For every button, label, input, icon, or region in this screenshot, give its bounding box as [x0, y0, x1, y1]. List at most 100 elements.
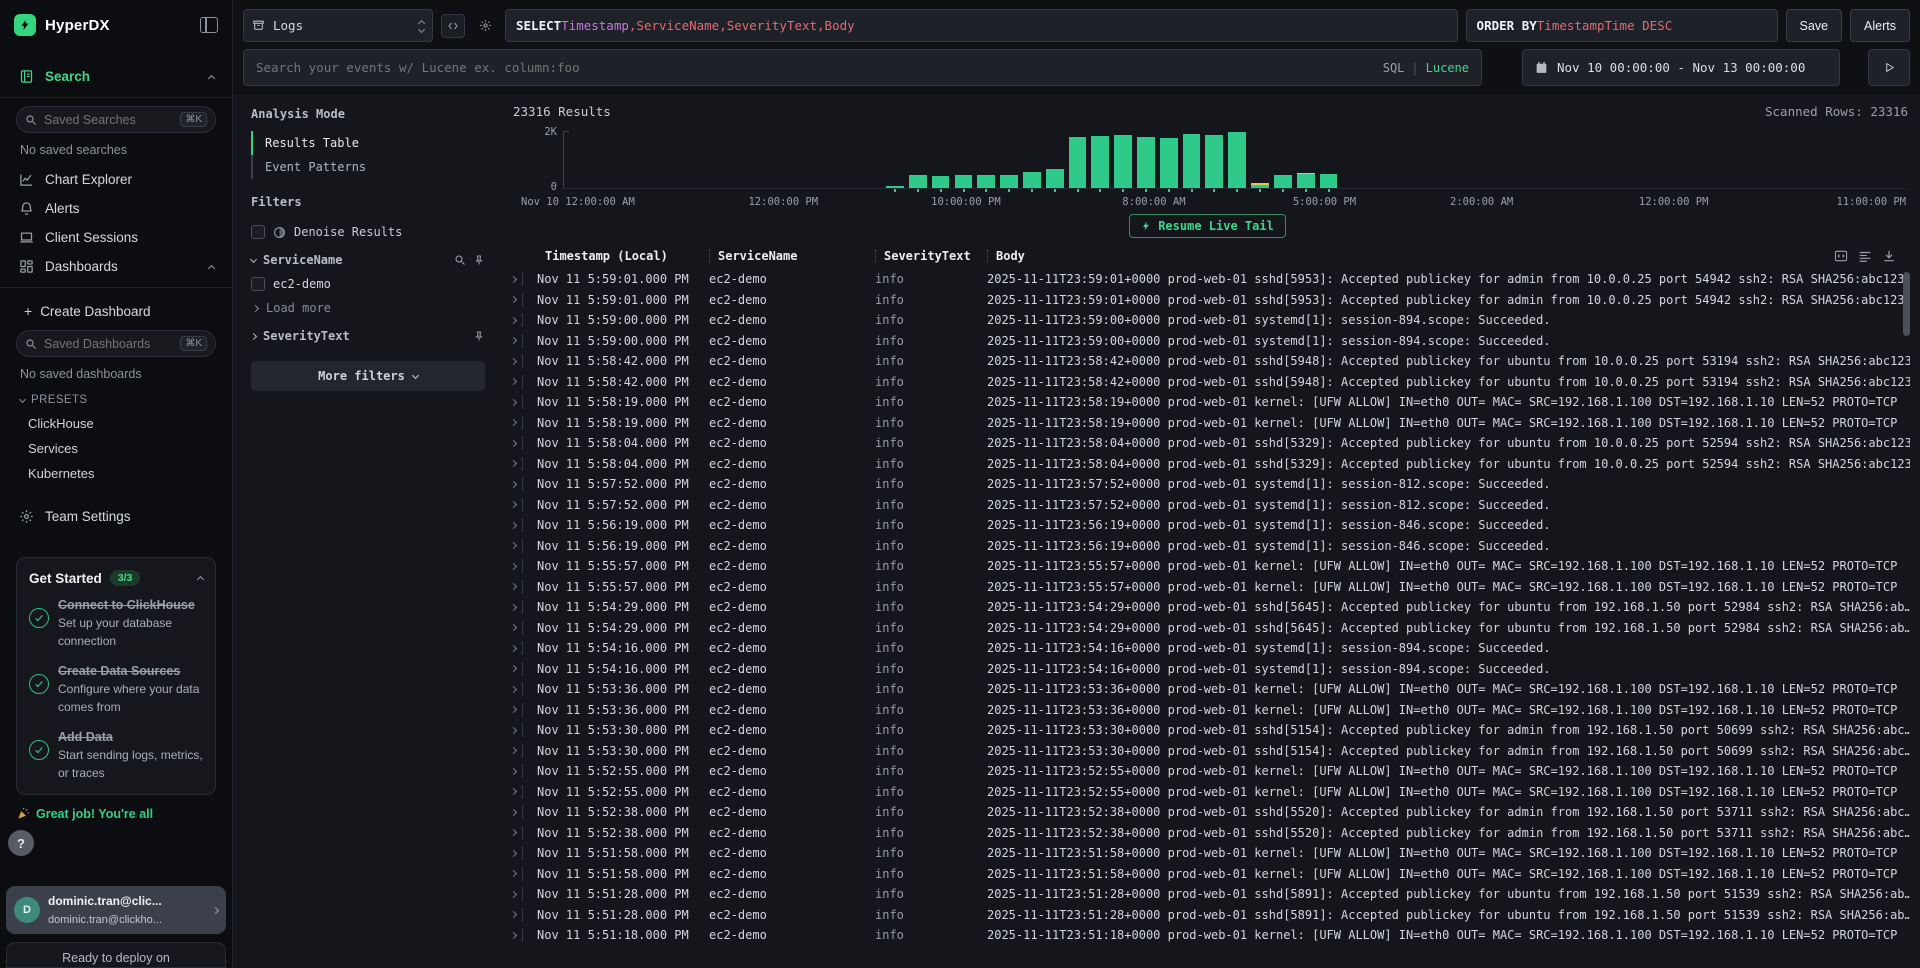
filter-group-severitytext[interactable]: SeverityText — [251, 321, 485, 347]
row-expand-icon[interactable] — [511, 723, 537, 737]
table-row[interactable]: Nov 11 5:54:16.000 PMec2-demoinfo2025-11… — [511, 659, 1910, 680]
histogram-bar[interactable] — [909, 175, 927, 188]
row-expand-icon[interactable] — [511, 580, 537, 594]
create-dashboard-button[interactable]: + Create Dashboard — [14, 296, 218, 326]
table-row[interactable]: Nov 11 5:58:42.000 PMec2-demoinfo2025-11… — [511, 351, 1910, 372]
table-row[interactable]: Nov 11 5:52:38.000 PMec2-demoinfo2025-11… — [511, 823, 1910, 844]
row-expand-icon[interactable] — [511, 682, 537, 696]
table-row[interactable]: Nov 11 5:53:30.000 PMec2-demoinfo2025-11… — [511, 741, 1910, 762]
row-expand-icon[interactable] — [511, 334, 537, 348]
sidebar-collapse-icon[interactable] — [200, 17, 218, 33]
row-expand-icon[interactable] — [511, 559, 537, 573]
col-header-severitytext[interactable]: SeverityText — [875, 249, 987, 263]
table-row[interactable]: Nov 11 5:54:29.000 PMec2-demoinfo2025-11… — [511, 618, 1910, 639]
row-expand-icon[interactable] — [511, 272, 537, 286]
row-expand-icon[interactable] — [511, 354, 537, 368]
table-row[interactable]: Nov 11 5:53:36.000 PMec2-demoinfo2025-11… — [511, 679, 1910, 700]
preset-clickhouse[interactable]: ClickHouse — [14, 411, 218, 436]
row-expand-icon[interactable] — [511, 293, 537, 307]
code-brackets-icon[interactable] — [441, 14, 465, 38]
table-row[interactable]: Nov 11 5:59:01.000 PMec2-demoinfo2025-11… — [511, 269, 1910, 290]
saved-searches-field[interactable] — [44, 113, 173, 127]
preset-kubernetes[interactable]: Kubernetes — [14, 461, 218, 486]
histogram-bar[interactable] — [1069, 137, 1087, 188]
row-expand-icon[interactable] — [511, 539, 537, 553]
order-by-input[interactable]: ORDER BY TimestampTime DESC — [1466, 9, 1778, 42]
get-started-step-2[interactable]: Create Data Sources Configure where your… — [29, 662, 203, 716]
histogram-bar[interactable] — [1297, 173, 1315, 188]
histogram-bar[interactable] — [1320, 174, 1338, 188]
histogram-bar[interactable] — [932, 176, 950, 188]
ec2-demo-checkbox[interactable] — [251, 277, 265, 291]
row-expand-icon[interactable] — [511, 887, 537, 901]
histogram-bar[interactable] — [1023, 172, 1041, 188]
histogram-bar[interactable] — [1274, 175, 1292, 188]
table-row[interactable]: Nov 11 5:58:19.000 PMec2-demoinfo2025-11… — [511, 413, 1910, 434]
table-row[interactable]: Nov 11 5:59:01.000 PMec2-demoinfo2025-11… — [511, 290, 1910, 311]
row-expand-icon[interactable] — [511, 805, 537, 819]
source-settings-gear-icon[interactable] — [473, 14, 497, 38]
chevron-up-icon[interactable] — [208, 74, 215, 81]
table-code-icon[interactable] — [1834, 249, 1848, 263]
mode-event-patterns[interactable]: Event Patterns — [251, 155, 485, 179]
sidebar-item-search[interactable]: Search — [14, 62, 218, 91]
event-search-input[interactable] — [256, 60, 1375, 75]
table-row[interactable]: Nov 11 5:56:19.000 PMec2-demoinfo2025-11… — [511, 536, 1910, 557]
date-range-picker[interactable]: Nov 10 00:00:00 - Nov 13 00:00:00 — [1522, 49, 1840, 86]
histogram-bar[interactable] — [977, 175, 995, 188]
table-row[interactable]: Nov 11 5:55:57.000 PMec2-demoinfo2025-11… — [511, 577, 1910, 598]
table-row[interactable]: Nov 11 5:57:52.000 PMec2-demoinfo2025-11… — [511, 474, 1910, 495]
download-icon[interactable] — [1882, 249, 1896, 263]
table-row[interactable]: Nov 11 5:57:52.000 PMec2-demoinfo2025-11… — [511, 495, 1910, 516]
user-menu[interactable]: D dominic.tran@clic... dominic.tran@clic… — [6, 886, 226, 934]
row-expand-icon[interactable] — [511, 416, 537, 430]
sidebar-item-client-sessions[interactable]: Client Sessions — [14, 223, 218, 252]
row-expand-icon[interactable] — [511, 477, 537, 491]
row-expand-icon[interactable] — [511, 928, 537, 942]
source-select[interactable]: Logs — [243, 9, 433, 42]
run-query-button[interactable] — [1868, 49, 1910, 86]
histogram-bar[interactable] — [1091, 136, 1109, 188]
row-expand-icon[interactable] — [511, 846, 537, 860]
histogram-bar[interactable] — [1046, 169, 1064, 188]
row-expand-icon[interactable] — [511, 436, 537, 450]
histogram-bar[interactable] — [1228, 132, 1246, 188]
row-expand-icon[interactable] — [511, 375, 537, 389]
col-header-servicename[interactable]: ServiceName — [709, 249, 875, 263]
table-row[interactable]: Nov 11 5:51:58.000 PMec2-demoinfo2025-11… — [511, 843, 1910, 864]
filter-search-icon[interactable] — [454, 254, 466, 266]
sidebar-item-dashboards[interactable]: Dashboards — [14, 252, 218, 281]
histogram-bar[interactable] — [1000, 175, 1018, 188]
histogram-bar[interactable] — [886, 186, 904, 188]
table-row[interactable]: Nov 11 5:59:00.000 PMec2-demoinfo2025-11… — [511, 331, 1910, 352]
table-row[interactable]: Nov 11 5:54:29.000 PMec2-demoinfo2025-11… — [511, 597, 1910, 618]
more-filters-button[interactable]: More filters — [251, 361, 485, 391]
row-expand-icon[interactable] — [511, 826, 537, 840]
histogram-bar[interactable] — [1205, 135, 1223, 188]
histogram-bar[interactable] — [1251, 183, 1269, 188]
histogram-bar[interactable] — [1137, 137, 1155, 188]
table-row[interactable]: Nov 11 5:53:36.000 PMec2-demoinfo2025-11… — [511, 700, 1910, 721]
saved-dashboards-field[interactable] — [44, 337, 173, 351]
preset-services[interactable]: Services — [14, 436, 218, 461]
alerts-button[interactable]: Alerts — [1850, 9, 1910, 42]
table-density-icon[interactable] — [1858, 249, 1872, 263]
sidebar-item-team-settings[interactable]: Team Settings — [14, 502, 218, 531]
select-clause-input[interactable]: SELECT Timestamp ,ServiceName,SeverityTe… — [505, 9, 1458, 42]
table-row[interactable]: Nov 11 5:52:55.000 PMec2-demoinfo2025-11… — [511, 782, 1910, 803]
table-row[interactable]: Nov 11 5:52:38.000 PMec2-demoinfo2025-11… — [511, 802, 1910, 823]
get-started-step-3[interactable]: Add Data Start sending logs, metrics, or… — [29, 728, 203, 782]
table-row[interactable]: Nov 11 5:51:58.000 PMec2-demoinfo2025-11… — [511, 864, 1910, 885]
table-row[interactable]: Nov 11 5:58:04.000 PMec2-demoinfo2025-11… — [511, 454, 1910, 475]
lang-sql-option[interactable]: SQL — [1383, 61, 1405, 75]
row-expand-icon[interactable] — [511, 744, 537, 758]
saved-dashboards-input[interactable]: ⌘K — [16, 330, 216, 357]
get-started-step-1[interactable]: Connect to ClickHouse Set up your databa… — [29, 596, 203, 650]
table-row[interactable]: Nov 11 5:51:28.000 PMec2-demoinfo2025-11… — [511, 884, 1910, 905]
mode-results-table[interactable]: Results Table — [251, 131, 485, 155]
table-row[interactable]: Nov 11 5:58:04.000 PMec2-demoinfo2025-11… — [511, 433, 1910, 454]
row-expand-icon[interactable] — [511, 703, 537, 717]
table-row[interactable]: Nov 11 5:55:57.000 PMec2-demoinfo2025-11… — [511, 556, 1910, 577]
table-row[interactable]: Nov 11 5:53:30.000 PMec2-demoinfo2025-11… — [511, 720, 1910, 741]
pin-icon[interactable] — [473, 330, 485, 342]
